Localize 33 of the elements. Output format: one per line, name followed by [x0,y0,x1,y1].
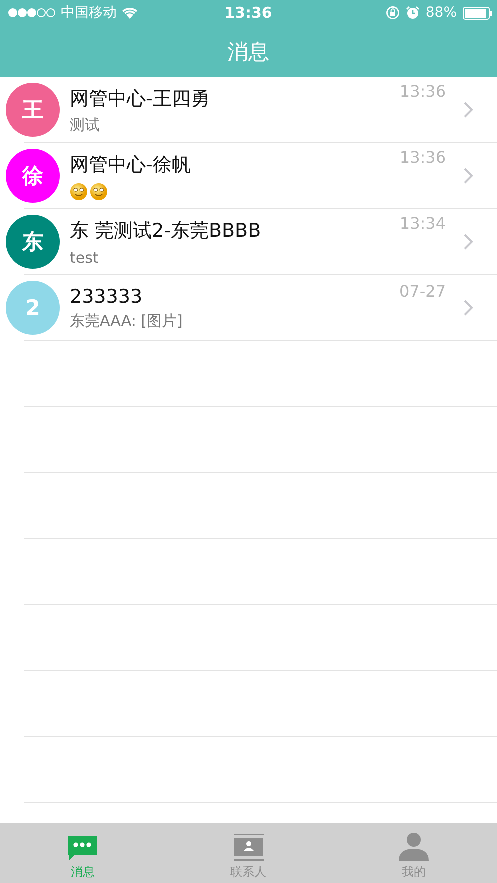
contact-name: 东 莞测试2-东莞BBBB [70,218,262,244]
message-time: 13:34 [400,214,446,232]
message-time: 13:36 [400,148,446,166]
contact-name: 233333 [70,286,143,308]
message-preview: 东莞AAA: [图片] [70,312,183,331]
contact-name: 网管中心-徐帆 [70,152,191,178]
smiley-icon [70,182,88,200]
chevron-icon [464,300,473,316]
alarm-icon [406,6,420,20]
smiley-icon [90,182,108,200]
avatar: 王 [6,82,60,136]
chevron-icon [464,168,473,184]
message-preview: test [70,248,99,266]
message-time: 13:36 [400,82,446,100]
battery-percent: 88% [426,5,457,21]
chevron-icon [464,234,473,250]
chevron-icon [464,102,473,118]
avatar: 2 [6,280,60,334]
contact-card-icon [234,834,264,861]
avatar: 徐 [6,148,60,202]
status-time: 13:36 [224,4,272,22]
header-title: 消息 [228,38,270,66]
battery-icon [463,6,493,20]
message-time: 07-27 [400,282,446,300]
chat-bubble-icon [67,835,98,861]
person-icon [399,833,430,861]
carrier-name: 中国移动 [61,4,117,22]
signal-icon [8,8,56,18]
wifi-icon [122,7,138,19]
avatar: 东 [6,214,60,268]
message-preview: 测试 [70,116,100,135]
contact-name: 网管中心-王四勇 [70,86,210,112]
rotation-lock-icon [386,6,400,20]
